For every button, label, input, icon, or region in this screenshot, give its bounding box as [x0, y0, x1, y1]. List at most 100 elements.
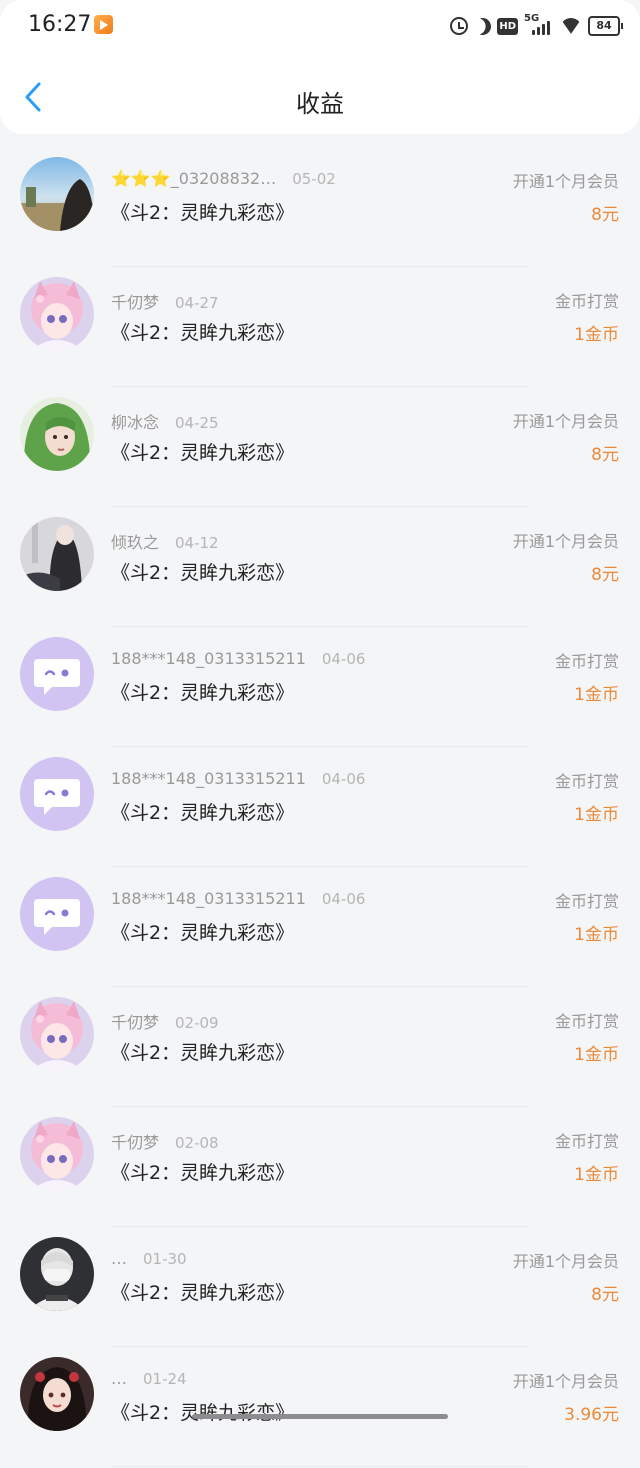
user-avatar[interactable]	[20, 517, 94, 591]
book-title: 《斗2：灵眸九彩恋》	[111, 562, 295, 584]
nav-bar: 收益	[0, 52, 640, 134]
book-title: 《斗2：灵眸九彩恋》	[111, 202, 295, 224]
record-date: 01-30	[143, 1250, 187, 1268]
record-meta: 188***148_0313315211 04-06	[111, 649, 365, 668]
earning-record-item[interactable]: 千仞梦 02-08 《斗2：灵眸九彩恋》 金币打赏 1金币	[0, 1108, 640, 1228]
user-name: ⭐⭐⭐_03208832…	[111, 169, 277, 188]
record-date: 04-06	[321, 890, 366, 908]
user-avatar[interactable]	[20, 637, 94, 711]
user-avatar[interactable]	[20, 1117, 94, 1191]
wifi-icon	[560, 18, 582, 34]
user-avatar[interactable]	[20, 877, 94, 951]
earning-record-item[interactable]: 倾玖之 04-12 《斗2：灵眸九彩恋》 开通1个月会员 8元	[0, 508, 640, 628]
record-meta: 千仞梦 02-09	[111, 1009, 219, 1033]
earnings-list: ⭐⭐⭐_03208832… 05-02 《斗2：灵眸九彩恋》 开通1个月会员 8元 千仞梦…	[0, 148, 640, 1468]
earning-amount: 8元	[591, 445, 619, 465]
user-avatar[interactable]	[20, 997, 94, 1071]
record-meta: … 01-24	[111, 1369, 187, 1388]
earning-record-item[interactable]: 千仞梦 02-09 《斗2：灵眸九彩恋》 金币打赏 1金币	[0, 988, 640, 1108]
earning-record-item[interactable]: 188***148_0313315211 04-06 《斗2：灵眸九彩恋》 金币打赏 1…	[0, 628, 640, 748]
earning-type: 金币打赏	[554, 292, 619, 311]
earning-amount: 1金币	[574, 1165, 619, 1185]
alarm-icon	[450, 17, 469, 35]
user-name: …	[111, 1249, 127, 1268]
earning-amount: 1金币	[574, 1045, 619, 1065]
divider	[111, 1226, 528, 1227]
record-date: 04-27	[175, 294, 219, 312]
user-avatar[interactable]	[20, 1237, 94, 1311]
earning-amount: 1金币	[574, 685, 619, 705]
earning-amount: 1金币	[574, 325, 619, 345]
divider	[111, 746, 528, 747]
user-name: 千仞梦	[111, 1133, 160, 1152]
divider	[111, 1466, 528, 1467]
earning-amount: 8元	[591, 565, 619, 585]
divider	[111, 866, 528, 867]
hd-icon: HD	[497, 17, 518, 35]
book-title: 《斗2：灵眸九彩恋》	[111, 1162, 295, 1184]
page-title: 收益	[296, 90, 344, 118]
divider	[111, 626, 528, 627]
home-indicator[interactable]	[192, 1414, 448, 1419]
divider	[111, 1346, 528, 1347]
do-not-disturb-icon	[472, 15, 494, 37]
divider	[111, 506, 528, 507]
book-title: 《斗2：灵眸九彩恋》	[111, 442, 295, 464]
record-meta: 倾玖之 04-12	[111, 529, 219, 553]
battery-icon: 84	[588, 16, 623, 36]
record-date: 02-08	[175, 1134, 219, 1152]
record-meta: 柳冰念 04-25	[111, 409, 219, 433]
user-name: 柳冰念	[111, 413, 160, 432]
user-name: 188***148_0313315211	[111, 889, 306, 908]
record-date: 04-06	[321, 650, 366, 668]
earning-record-item[interactable]: 188***148_0313315211 04-06 《斗2：灵眸九彩恋》 金币打赏 1…	[0, 868, 640, 988]
book-title: 《斗2：灵眸九彩恋》	[111, 682, 295, 704]
record-meta: 188***148_0313315211 04-06	[111, 769, 365, 788]
record-meta: 千仞梦 04-27	[111, 289, 219, 313]
book-title: 《斗2：灵眸九彩恋》	[111, 1042, 295, 1064]
earning-record-item[interactable]: 千仞梦 04-27 《斗2：灵眸九彩恋》 金币打赏 1金币	[0, 268, 640, 388]
divider	[111, 266, 528, 267]
book-title: 《斗2：灵眸九彩恋》	[111, 922, 295, 944]
video-app-icon	[94, 15, 113, 34]
earning-amount: 1金币	[574, 925, 619, 945]
earning-record-item[interactable]: 188***148_0313315211 04-06 《斗2：灵眸九彩恋》 金币打赏 1…	[0, 748, 640, 868]
record-meta: 千仞梦 02-08	[111, 1129, 219, 1153]
earning-type: 开通1个月会员	[512, 1252, 619, 1271]
network-type: 5G	[524, 13, 540, 24]
book-title: 《斗2：灵眸九彩恋》	[111, 1282, 295, 1304]
signal-icon: 5G	[524, 13, 554, 37]
user-avatar[interactable]	[20, 1357, 94, 1431]
record-date: 04-25	[175, 414, 219, 432]
earning-type: 金币打赏	[554, 772, 619, 791]
divider	[111, 386, 528, 387]
book-title: 《斗2：灵眸九彩恋》	[111, 322, 295, 344]
status-bar: 16:27 HD 5G 84	[0, 0, 640, 52]
user-avatar[interactable]	[20, 397, 94, 471]
record-date: 04-06	[321, 770, 366, 788]
record-date: 04-12	[175, 534, 219, 552]
earning-type: 开通1个月会员	[512, 532, 619, 551]
status-time: 16:27	[28, 12, 92, 37]
earning-record-item[interactable]: … 01-24 《斗2：灵眸九彩恋》 开通1个月会员 3.96元	[0, 1348, 640, 1468]
record-meta: ⭐⭐⭐_03208832… 05-02	[111, 169, 336, 188]
earning-amount: 1金币	[574, 805, 619, 825]
divider	[111, 986, 528, 987]
user-avatar[interactable]	[20, 277, 94, 351]
earning-record-item[interactable]: … 01-30 《斗2：灵眸九彩恋》 开通1个月会员 8元	[0, 1228, 640, 1348]
earning-type: 开通1个月会员	[512, 412, 619, 431]
earning-record-item[interactable]: ⭐⭐⭐_03208832… 05-02 《斗2：灵眸九彩恋》 开通1个月会员 8元	[0, 148, 640, 268]
earning-type: 开通1个月会员	[512, 172, 619, 191]
user-avatar[interactable]	[20, 157, 94, 231]
user-name: 188***148_0313315211	[111, 649, 306, 668]
user-name: 倾玖之	[111, 533, 160, 552]
earning-type: 金币打赏	[554, 1012, 619, 1031]
earning-type: 金币打赏	[554, 892, 619, 911]
earning-record-item[interactable]: 柳冰念 04-25 《斗2：灵眸九彩恋》 开通1个月会员 8元	[0, 388, 640, 508]
book-title: 《斗2：灵眸九彩恋》	[111, 1402, 295, 1424]
earning-type: 金币打赏	[554, 1132, 619, 1151]
record-date: 01-24	[143, 1370, 187, 1388]
user-avatar[interactable]	[20, 757, 94, 831]
user-name: …	[111, 1369, 127, 1388]
user-name: 千仞梦	[111, 293, 160, 312]
